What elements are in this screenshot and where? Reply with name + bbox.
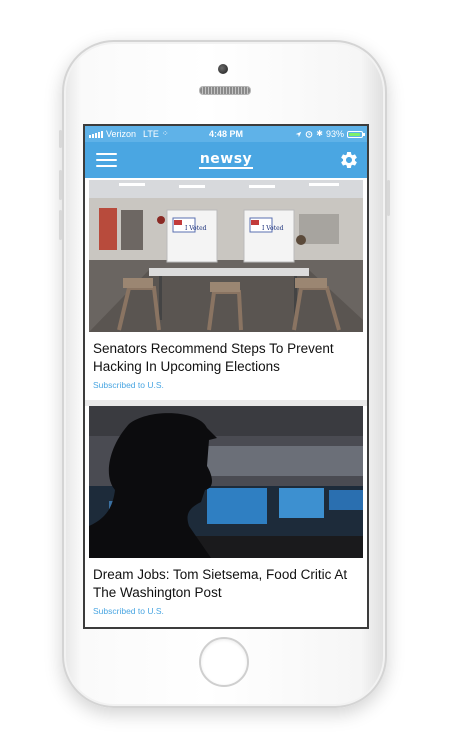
- news-feed: I Voted I Voted Senators Recommend Steps…: [85, 178, 367, 627]
- newsy-logo: newsy: [85, 151, 367, 169]
- article-title[interactable]: Dream Jobs: Tom Sietsema, Food Critic At…: [93, 566, 359, 602]
- article-title[interactable]: Senators Recommend Steps To Prevent Hack…: [93, 340, 359, 376]
- subscription-label[interactable]: Subscribed to U.S.: [93, 380, 359, 390]
- power-button: [387, 180, 390, 216]
- booth-text-1: I Voted: [185, 225, 207, 232]
- nav-bar: newsy: [85, 142, 367, 178]
- bluetooth-icon: ✱: [316, 129, 323, 138]
- front-camera: [218, 64, 228, 74]
- home-button[interactable]: [199, 637, 249, 687]
- voting-booths-image: I Voted I Voted: [89, 180, 363, 332]
- battery-percent: 93%: [325, 129, 344, 139]
- status-right: ✱ 93%: [295, 126, 365, 142]
- volume-up-button: [59, 170, 62, 200]
- battery-icon: [347, 130, 365, 138]
- location-icon: [295, 131, 302, 137]
- subscription-label[interactable]: Subscribed to U.S.: [93, 606, 359, 616]
- battery-fill: [349, 132, 361, 136]
- silhouette-newsroom-photo[interactable]: [89, 406, 363, 558]
- silent-switch: [59, 130, 62, 148]
- article-card[interactable]: Dream Jobs: Tom Sietsema, Food Critic At…: [89, 406, 363, 616]
- volume-down-button: [59, 210, 62, 240]
- article-card[interactable]: I Voted I Voted Senators Recommend Steps…: [89, 180, 363, 390]
- app-screen: Verizon LTE ⁘ 4:48 PM ✱ 93% newsy I Vote…: [83, 124, 369, 629]
- earpiece-speaker: [199, 86, 251, 95]
- gear-icon[interactable]: [339, 150, 359, 170]
- status-bar: Verizon LTE ⁘ 4:48 PM ✱ 93%: [85, 126, 367, 142]
- voting-booths-photo[interactable]: I Voted I Voted: [89, 180, 363, 332]
- alarm-icon: [305, 131, 313, 138]
- booth-text-2: I Voted: [262, 225, 284, 232]
- newsroom-image: [89, 406, 363, 558]
- logo-text: newsy: [198, 151, 254, 169]
